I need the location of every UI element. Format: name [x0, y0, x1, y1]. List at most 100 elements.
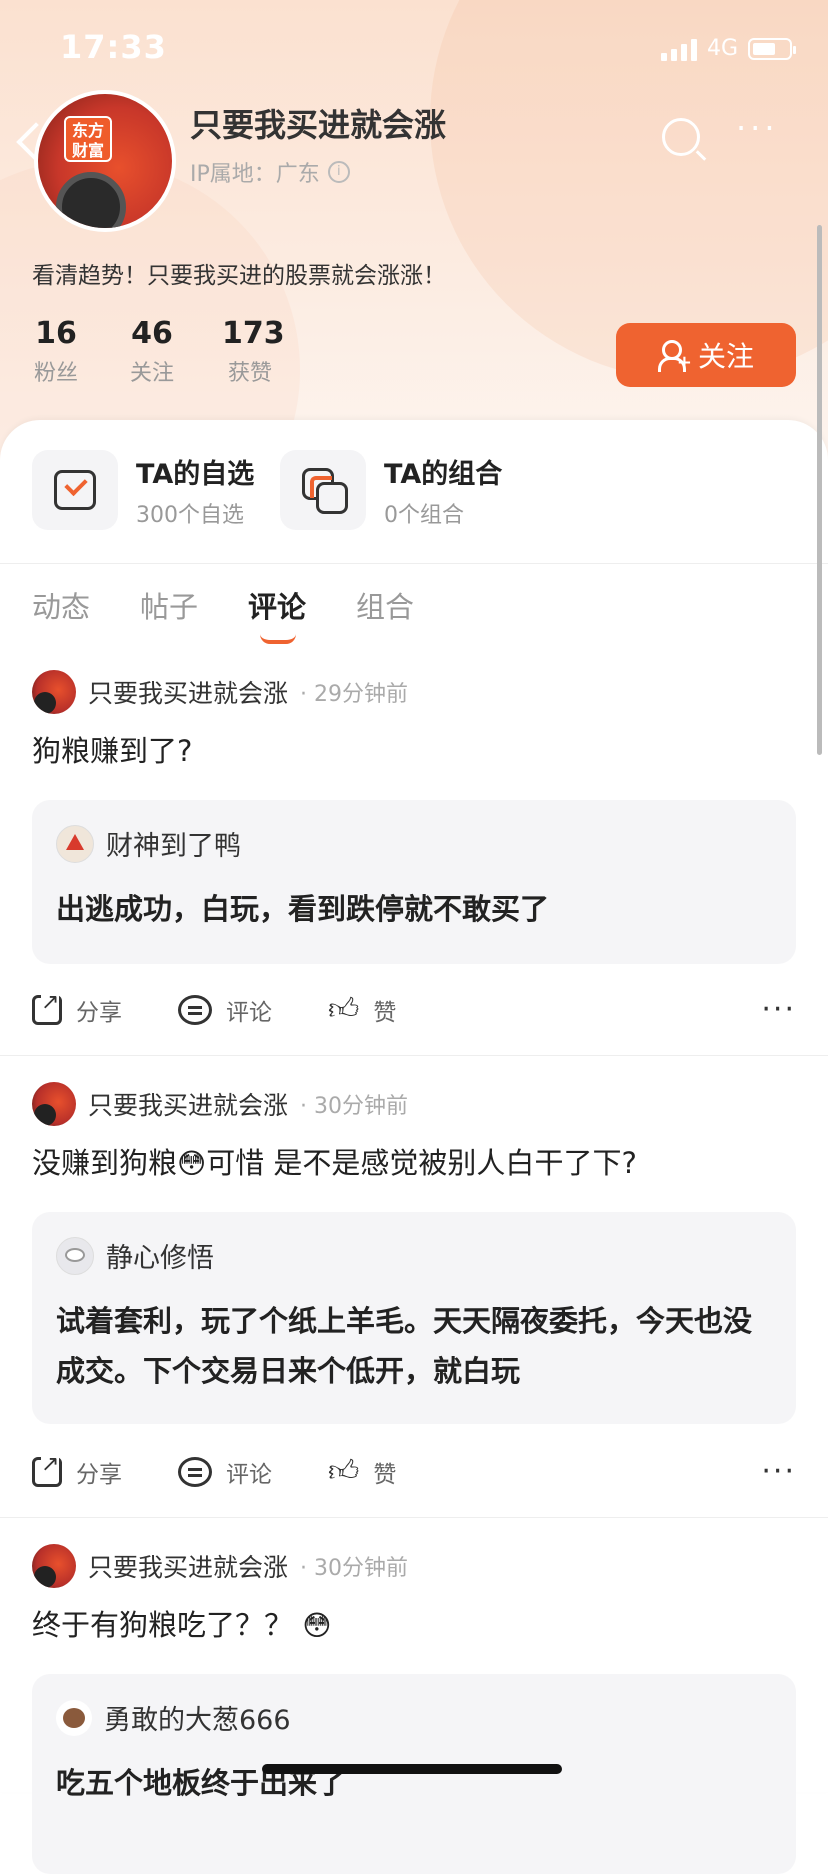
quote-author[interactable]: 勇敢的大葱666 — [104, 1698, 291, 1737]
stat-label: 获赞 — [227, 361, 272, 386]
more-icon[interactable]: ··· — [761, 1454, 796, 1489]
stat-value: 173 — [222, 316, 285, 351]
post-text-part: 终于有狗粮吃了？？ — [32, 1608, 294, 1642]
quote-text: 试着套利，玩了个纸上羊毛。天天隔夜委托，今天也没成交。下个交易日来个低开，就白玩 — [56, 1304, 753, 1388]
quoted-post[interactable]: 静心修悟 试着套利，玩了个纸上羊毛。天天隔夜委托，今天也没成交。下个交易日来个低… — [32, 1212, 796, 1424]
profile-bio: 看清趋势！只要我买进的股票就会涨涨！ — [32, 263, 446, 289]
quote-author[interactable]: 财神到了鸭 — [106, 824, 241, 863]
feature-subtitle: 0个组合 — [384, 502, 464, 528]
avatar[interactable] — [32, 670, 76, 714]
tab-posts[interactable]: 帖子 — [140, 584, 198, 626]
quote-author[interactable]: 静心修悟 — [106, 1236, 214, 1275]
post-author[interactable]: 只要我买进就会涨 — [88, 674, 288, 710]
like-button[interactable]: 👍︎ 赞 — [328, 1455, 396, 1489]
network-type: 4G — [706, 36, 738, 61]
stat-label: 粉丝 — [33, 361, 78, 386]
post-actions: 分享 评论 👍︎ 赞 ··· — [32, 989, 796, 1027]
quoted-post[interactable]: 财神到了鸭 出逃成功，白玩，看到跌停就不敢买了 — [32, 800, 796, 964]
post-text-part: 可惜 是不是感觉被别人白干了下? — [206, 1146, 637, 1180]
flushed-face-emoji: 😳 — [302, 1609, 332, 1642]
comment-label: 评论 — [226, 999, 272, 1026]
follow-button[interactable]: + 关注 — [616, 323, 796, 387]
tab-bar: 动态 帖子 评论 组合 — [32, 584, 414, 644]
quote-header: 财神到了鸭 — [56, 824, 241, 863]
stat-following[interactable]: 46 关注 — [128, 316, 176, 387]
avatar[interactable] — [56, 824, 94, 863]
avatar[interactable] — [32, 1544, 76, 1588]
ip-location-text: IP属地：广东 — [190, 162, 320, 187]
quoted-post[interactable]: 勇敢的大葱666 吃五个地板终于出来了 — [32, 1674, 796, 1874]
avatar[interactable]: 东方财富 — [34, 90, 176, 232]
divider — [0, 1517, 828, 1518]
share-label: 分享 — [76, 999, 122, 1026]
tab-active-indicator — [260, 634, 297, 644]
battery-icon — [748, 37, 796, 60]
comment-icon — [178, 1456, 212, 1487]
comment-label: 评论 — [226, 1461, 272, 1488]
tab-activity[interactable]: 动态 — [32, 584, 90, 626]
more-icon[interactable]: ··· — [736, 112, 779, 144]
stat-likes[interactable]: 173 获赞 — [222, 316, 285, 387]
post-text-part: 没赚到狗粮 — [32, 1146, 178, 1180]
feature-subtitle: 300个自选 — [136, 502, 244, 528]
post-time: · 29分钟前 — [300, 682, 408, 707]
feature-title: TA的自选 — [136, 458, 255, 490]
like-button[interactable]: 👍︎ 赞 — [328, 993, 396, 1027]
tab-comments[interactable]: 评论 — [248, 584, 307, 644]
avatar[interactable] — [32, 1082, 76, 1126]
post-header[interactable]: 只要我买进就会涨 · 30分钟前 — [32, 1544, 408, 1588]
feature-title: TA的组合 — [384, 458, 503, 490]
divider — [0, 563, 828, 564]
tab-label: 评论 — [248, 590, 307, 624]
follow-label: 关注 — [697, 340, 754, 373]
portfolio-icon — [280, 450, 366, 530]
post-text[interactable]: 终于有狗粮吃了？？ 😳 — [32, 1602, 331, 1644]
comment-icon — [178, 994, 212, 1025]
share-button[interactable]: 分享 — [32, 1451, 122, 1489]
search-icon[interactable] — [662, 118, 700, 156]
post-time: · 30分钟前 — [300, 1556, 408, 1581]
portfolio-entry[interactable]: TA的组合 0个组合 — [280, 450, 502, 530]
share-button[interactable]: 分享 — [32, 989, 122, 1027]
post-text[interactable]: 没赚到狗粮😳可惜 是不是感觉被别人白干了下? — [32, 1140, 637, 1182]
post-header[interactable]: 只要我买进就会涨 · 29分钟前 — [32, 670, 408, 714]
post-header[interactable]: 只要我买进就会涨 · 30分钟前 — [32, 1082, 408, 1126]
watchlist-entry[interactable]: TA的自选 300个自选 — [32, 450, 254, 530]
avatar-wheel-graphic — [56, 172, 126, 228]
flushed-face-emoji: 😳 — [177, 1147, 207, 1180]
add-user-icon: + — [657, 340, 692, 372]
quote-header: 静心修悟 — [56, 1236, 214, 1275]
more-icon[interactable]: ··· — [761, 992, 796, 1027]
post-author[interactable]: 只要我买进就会涨 — [88, 1548, 288, 1584]
like-label: 赞 — [373, 999, 397, 1026]
divider — [0, 1055, 828, 1056]
avatar[interactable] — [56, 1699, 92, 1736]
comment-button[interactable]: 评论 — [178, 1455, 272, 1489]
quote-text: 出逃成功，白玩，看到跌停就不敢买了 — [56, 892, 550, 926]
stat-value: 16 — [35, 316, 77, 351]
profile-header-background — [0, 0, 828, 460]
post-author[interactable]: 只要我买进就会涨 — [88, 1086, 288, 1122]
stat-fans[interactable]: 16 粉丝 — [32, 316, 80, 387]
avatar[interactable] — [56, 1236, 94, 1275]
thumbs-up-icon: 👍︎ — [328, 991, 360, 1027]
thumbs-up-icon: 👍︎ — [328, 1453, 360, 1489]
stat-value: 46 — [131, 316, 173, 351]
signal-icon — [660, 37, 697, 61]
share-label: 分享 — [76, 1461, 122, 1488]
scrollbar[interactable] — [817, 225, 822, 755]
quote-header: 勇敢的大葱666 — [56, 1698, 291, 1737]
ip-location: IP属地：广东 i — [190, 156, 350, 188]
post-time: · 30分钟前 — [300, 1094, 408, 1119]
stat-label: 关注 — [129, 361, 174, 386]
comment-button[interactable]: 评论 — [178, 993, 272, 1027]
like-label: 赞 — [373, 1461, 397, 1488]
battery-level — [753, 42, 775, 55]
home-indicator[interactable] — [262, 1764, 562, 1774]
status-indicators: 4G — [660, 36, 796, 61]
share-icon — [32, 1451, 62, 1487]
post-text[interactable]: 狗粮赚到了? — [32, 728, 192, 770]
tab-portfolio[interactable]: 组合 — [356, 584, 414, 626]
info-icon[interactable]: i — [327, 161, 350, 183]
post-actions: 分享 评论 👍︎ 赞 ··· — [32, 1451, 796, 1489]
